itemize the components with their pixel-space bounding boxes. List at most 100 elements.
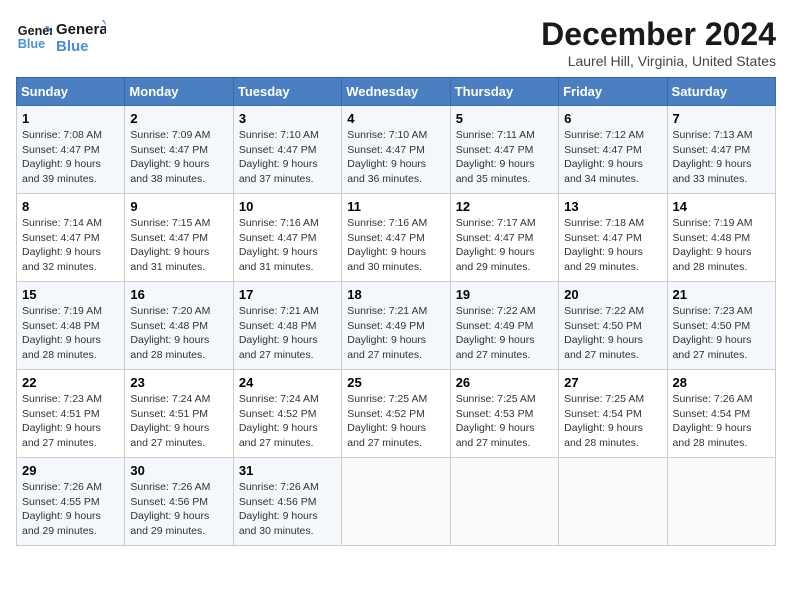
day-info: Sunrise: 7:14 AM Sunset: 4:47 PM Dayligh… (22, 216, 119, 275)
day-number: 9 (130, 199, 227, 214)
day-number: 10 (239, 199, 336, 214)
calendar-cell: 21Sunrise: 7:23 AM Sunset: 4:50 PM Dayli… (667, 282, 775, 370)
day-number: 26 (456, 375, 553, 390)
calendar-week-row: 1Sunrise: 7:08 AM Sunset: 4:47 PM Daylig… (17, 106, 776, 194)
logo-icon: General Blue (16, 19, 52, 55)
day-info: Sunrise: 7:23 AM Sunset: 4:50 PM Dayligh… (673, 304, 770, 363)
day-info: Sunrise: 7:23 AM Sunset: 4:51 PM Dayligh… (22, 392, 119, 451)
calendar-cell: 2 Sunrise: 7:09 AM Sunset: 4:47 PM Daylig… (125, 106, 233, 194)
calendar-cell: 22 Sunrise: 7:23 AM Sunset: 4:51 PM Dayli… (17, 370, 125, 458)
day-info: Sunrise: 7:19 AM Sunset: 4:48 PM Dayligh… (22, 304, 119, 363)
weekday-header-saturday: Saturday (667, 78, 775, 106)
day-info: Sunrise: 7:26 AM Sunset: 4:56 PM Dayligh… (130, 480, 227, 539)
day-number: 23 (130, 375, 227, 390)
calendar-cell: 26 Sunrise: 7:25 AM Sunset: 4:53 PM Dayli… (450, 370, 558, 458)
day-info: Sunrise: 7:26 AM Sunset: 4:56 PM Dayligh… (239, 480, 336, 539)
calendar-cell: 1Sunrise: 7:08 AM Sunset: 4:47 PM Daylig… (17, 106, 125, 194)
calendar-cell: 25Sunrise: 7:25 AM Sunset: 4:52 PM Dayli… (342, 370, 450, 458)
calendar-cell: 19Sunrise: 7:22 AM Sunset: 4:49 PM Dayli… (450, 282, 558, 370)
day-info: Sunrise: 7:09 AM Sunset: 4:47 PM Dayligh… (130, 128, 227, 187)
weekday-header-monday: Monday (125, 78, 233, 106)
day-number: 31 (239, 463, 336, 478)
day-info: Sunrise: 7:11 AM Sunset: 4:47 PM Dayligh… (456, 128, 553, 187)
day-number: 24 (239, 375, 336, 390)
day-number: 30 (130, 463, 227, 478)
calendar-cell: 5 Sunrise: 7:11 AM Sunset: 4:47 PM Daylig… (450, 106, 558, 194)
day-number: 6 (564, 111, 661, 126)
day-number: 28 (673, 375, 770, 390)
day-number: 22 (22, 375, 119, 390)
day-info: Sunrise: 7:19 AM Sunset: 4:48 PM Dayligh… (673, 216, 770, 275)
calendar-cell: 28 Sunrise: 7:26 AM Sunset: 4:54 PM Dayli… (667, 370, 775, 458)
day-info: Sunrise: 7:24 AM Sunset: 4:52 PM Dayligh… (239, 392, 336, 451)
day-info: Sunrise: 7:25 AM Sunset: 4:53 PM Dayligh… (456, 392, 553, 451)
calendar-table: SundayMondayTuesdayWednesdayThursdayFrid… (16, 77, 776, 546)
calendar-cell: 6 Sunrise: 7:12 AM Sunset: 4:47 PM Daylig… (559, 106, 667, 194)
day-info: Sunrise: 7:26 AM Sunset: 4:55 PM Dayligh… (22, 480, 119, 539)
weekday-header-friday: Friday (559, 78, 667, 106)
calendar-cell: 13 Sunrise: 7:18 AM Sunset: 4:47 PM Dayli… (559, 194, 667, 282)
day-number: 3 (239, 111, 336, 126)
svg-text:Blue: Blue (56, 38, 89, 55)
day-number: 25 (347, 375, 444, 390)
day-info: Sunrise: 7:13 AM Sunset: 4:47 PM Dayligh… (673, 128, 770, 187)
day-info: Sunrise: 7:17 AM Sunset: 4:47 PM Dayligh… (456, 216, 553, 275)
location-label: Laurel Hill, Virginia, United States (541, 53, 776, 69)
calendar-cell: 17 Sunrise: 7:21 AM Sunset: 4:48 PM Dayli… (233, 282, 341, 370)
day-number: 7 (673, 111, 770, 126)
calendar-cell: 27Sunrise: 7:25 AM Sunset: 4:54 PM Dayli… (559, 370, 667, 458)
calendar-cell: 24 Sunrise: 7:24 AM Sunset: 4:52 PM Dayli… (233, 370, 341, 458)
day-number: 5 (456, 111, 553, 126)
day-info: Sunrise: 7:15 AM Sunset: 4:47 PM Dayligh… (130, 216, 227, 275)
calendar-cell (450, 458, 558, 546)
day-info: Sunrise: 7:21 AM Sunset: 4:49 PM Dayligh… (347, 304, 444, 363)
day-number: 11 (347, 199, 444, 214)
day-number: 12 (456, 199, 553, 214)
weekday-header-sunday: Sunday (17, 78, 125, 106)
weekday-header-thursday: Thursday (450, 78, 558, 106)
weekday-header-wednesday: Wednesday (342, 78, 450, 106)
calendar-cell: 15 Sunrise: 7:19 AM Sunset: 4:48 PM Dayli… (17, 282, 125, 370)
calendar-cell: 8 Sunrise: 7:14 AM Sunset: 4:47 PM Daylig… (17, 194, 125, 282)
calendar-header-row: SundayMondayTuesdayWednesdayThursdayFrid… (17, 78, 776, 106)
day-number: 29 (22, 463, 119, 478)
day-info: Sunrise: 7:18 AM Sunset: 4:47 PM Dayligh… (564, 216, 661, 275)
day-info: Sunrise: 7:10 AM Sunset: 4:47 PM Dayligh… (347, 128, 444, 187)
calendar-cell: 10Sunrise: 7:16 AM Sunset: 4:47 PM Dayli… (233, 194, 341, 282)
day-number: 1 (22, 111, 119, 126)
calendar-cell: 31 Sunrise: 7:26 AM Sunset: 4:56 PM Dayli… (233, 458, 341, 546)
calendar-cell (559, 458, 667, 546)
day-number: 15 (22, 287, 119, 302)
day-info: Sunrise: 7:24 AM Sunset: 4:51 PM Dayligh… (130, 392, 227, 451)
day-number: 18 (347, 287, 444, 302)
page-header: General Blue General Blue December 2024 … (16, 16, 776, 69)
day-number: 16 (130, 287, 227, 302)
calendar-cell: 16Sunrise: 7:20 AM Sunset: 4:48 PM Dayli… (125, 282, 233, 370)
day-info: Sunrise: 7:12 AM Sunset: 4:47 PM Dayligh… (564, 128, 661, 187)
day-number: 8 (22, 199, 119, 214)
calendar-cell: 11 Sunrise: 7:16 AM Sunset: 4:47 PM Dayli… (342, 194, 450, 282)
day-number: 2 (130, 111, 227, 126)
calendar-cell: 29 Sunrise: 7:26 AM Sunset: 4:55 PM Dayli… (17, 458, 125, 546)
calendar-week-row: 22 Sunrise: 7:23 AM Sunset: 4:51 PM Dayli… (17, 370, 776, 458)
svg-text:Blue: Blue (18, 37, 45, 51)
calendar-cell: 4 Sunrise: 7:10 AM Sunset: 4:47 PM Daylig… (342, 106, 450, 194)
title-block: December 2024 Laurel Hill, Virginia, Uni… (541, 16, 776, 69)
day-info: Sunrise: 7:16 AM Sunset: 4:47 PM Dayligh… (347, 216, 444, 275)
calendar-week-row: 29 Sunrise: 7:26 AM Sunset: 4:55 PM Dayli… (17, 458, 776, 546)
day-number: 13 (564, 199, 661, 214)
day-number: 17 (239, 287, 336, 302)
weekday-header-tuesday: Tuesday (233, 78, 341, 106)
calendar-cell: 12 Sunrise: 7:17 AM Sunset: 4:47 PM Dayli… (450, 194, 558, 282)
day-info: Sunrise: 7:21 AM Sunset: 4:48 PM Dayligh… (239, 304, 336, 363)
calendar-cell: 7 Sunrise: 7:13 AM Sunset: 4:47 PM Daylig… (667, 106, 775, 194)
calendar-cell: 30 Sunrise: 7:26 AM Sunset: 4:56 PM Dayli… (125, 458, 233, 546)
day-info: Sunrise: 7:26 AM Sunset: 4:54 PM Dayligh… (673, 392, 770, 451)
calendar-cell: 20Sunrise: 7:22 AM Sunset: 4:50 PM Dayli… (559, 282, 667, 370)
day-number: 19 (456, 287, 553, 302)
calendar-cell (667, 458, 775, 546)
calendar-cell: 9 Sunrise: 7:15 AM Sunset: 4:47 PM Daylig… (125, 194, 233, 282)
day-info: Sunrise: 7:22 AM Sunset: 4:50 PM Dayligh… (564, 304, 661, 363)
day-number: 4 (347, 111, 444, 126)
day-info: Sunrise: 7:25 AM Sunset: 4:54 PM Dayligh… (564, 392, 661, 451)
